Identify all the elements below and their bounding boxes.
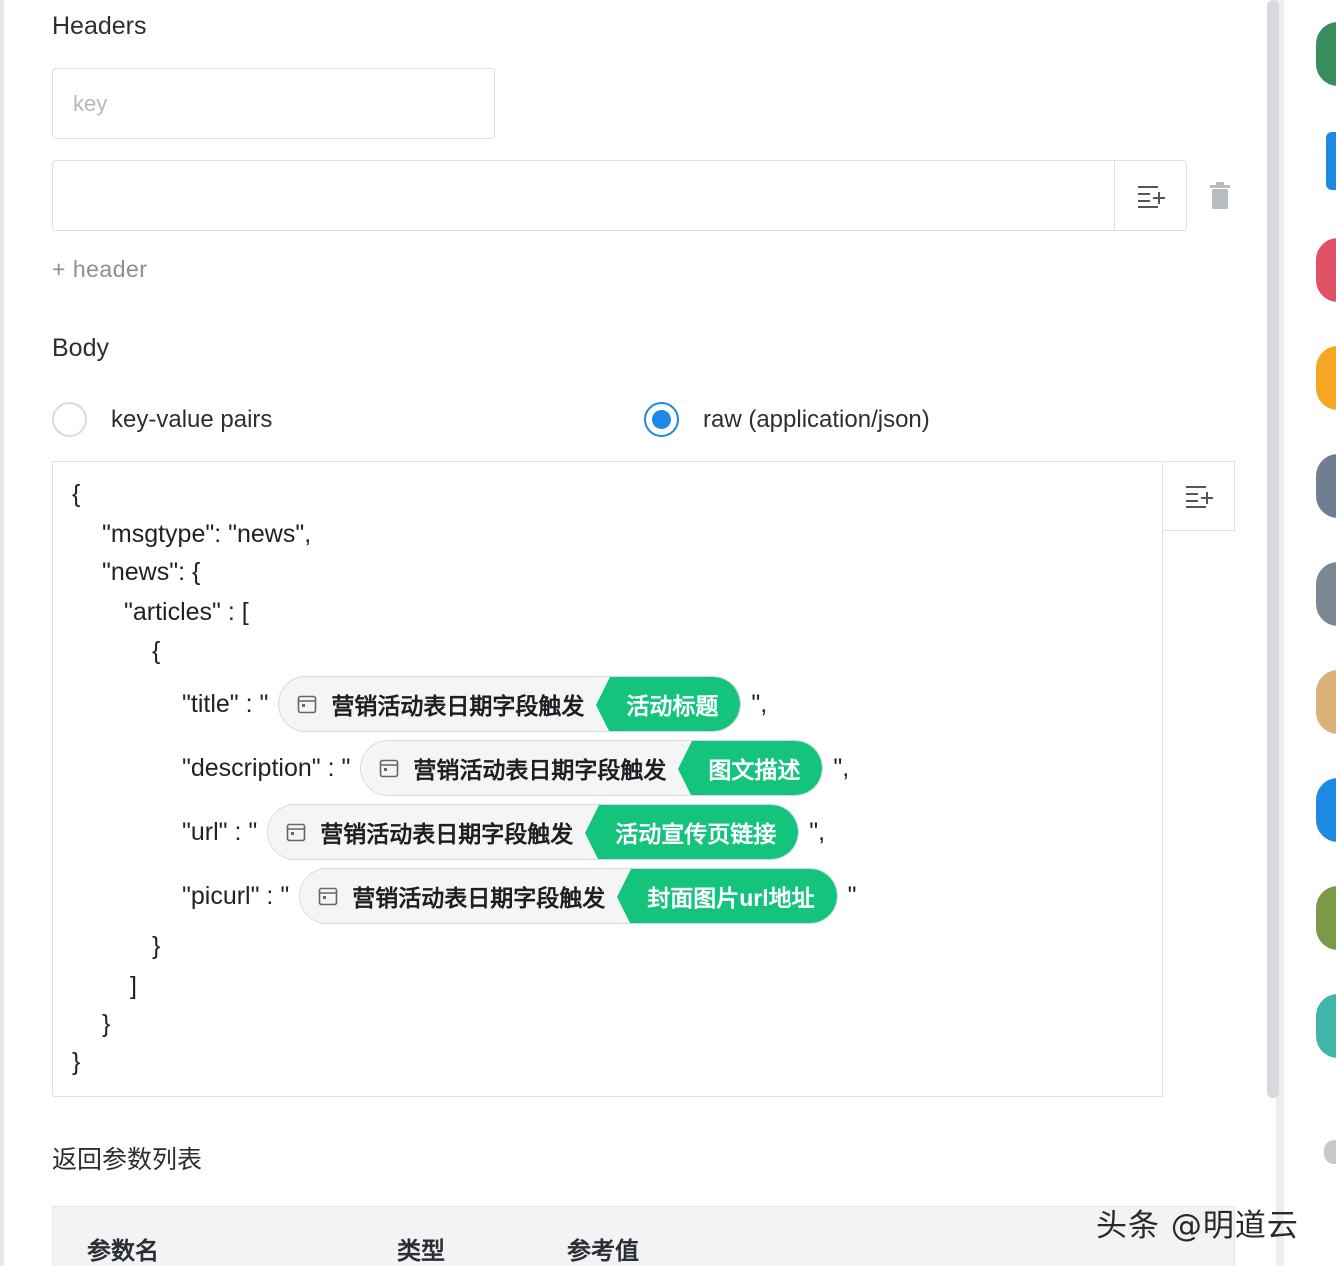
json-field-row: "picurl" : " 营销活动表日期字段触发 封面图片url地址 " <box>182 868 856 924</box>
radio-key-value[interactable] <box>52 402 87 437</box>
token-source: 营销活动表日期字段触发 <box>268 805 585 859</box>
body-insert-field-button[interactable] <box>1163 461 1235 531</box>
app-avatar-icon[interactable] <box>1316 454 1336 518</box>
json-line-articles: "articles" : [ <box>124 598 249 626</box>
json-line-open: { <box>72 480 81 508</box>
column-reference-value: 参考值 <box>567 1238 639 1265</box>
json-line-msgtype: "msgtype": "news", <box>102 520 312 548</box>
json-line-array-close: ] <box>130 972 137 1000</box>
app-avatar-icon[interactable] <box>1316 670 1336 734</box>
token-source-label: 营销活动表日期字段触发 <box>413 757 667 783</box>
token-field-label: 图文描述 <box>678 741 823 795</box>
token-source: 营销活动表日期字段触发 <box>279 677 596 731</box>
radio-raw-json[interactable] <box>644 402 679 437</box>
token-field-label: 活动标题 <box>596 677 741 731</box>
field-token[interactable]: 营销活动表日期字段触发 活动宣传页链接 <box>267 804 800 860</box>
app-avatar-icon[interactable] <box>1316 778 1336 842</box>
token-source-label: 营销活动表日期字段触发 <box>331 693 585 719</box>
radio-raw-json-label: raw (application/json) <box>703 405 930 433</box>
token-field-label: 封面图片url地址 <box>617 869 837 923</box>
return-params-title: 返回参数列表 <box>52 1146 203 1174</box>
right-app-rail <box>1284 0 1336 1266</box>
body-option-raw-json[interactable]: raw (application/json) <box>644 402 930 437</box>
json-field-row: "url" : " 营销活动表日期字段触发 活动宣传页链接 ", <box>182 804 825 860</box>
token-source: 营销活动表日期字段触发 <box>300 869 617 923</box>
column-type: 类型 <box>397 1238 445 1265</box>
vertical-scrollbar[interactable] <box>1267 0 1279 1098</box>
token-field-label: 活动宣传页链接 <box>585 805 799 859</box>
json-field-tail: ", <box>751 689 768 718</box>
app-avatar-icon[interactable] <box>1316 238 1336 302</box>
body-title: Body <box>52 334 109 362</box>
app-avatar-icon[interactable] <box>1324 1140 1336 1164</box>
token-source-label: 营销活动表日期字段触发 <box>320 821 574 847</box>
app-avatar-icon[interactable] <box>1316 22 1336 86</box>
json-field-key: "url" : " <box>182 817 258 846</box>
insert-field-icon <box>1185 486 1213 508</box>
json-field-key: "picurl" : " <box>182 881 290 910</box>
calendar-icon <box>298 695 317 714</box>
calendar-icon <box>380 759 399 778</box>
json-field-key: "title" : " <box>182 689 269 718</box>
header-value-field[interactable] <box>52 160 1187 231</box>
json-line-object-open: { <box>152 637 161 665</box>
field-token[interactable]: 营销活动表日期字段触发 封面图片url地址 <box>299 868 838 924</box>
calendar-icon <box>286 823 306 842</box>
json-line-object-close: } <box>152 932 161 960</box>
body-option-key-value[interactable]: key-value pairs <box>52 402 272 437</box>
token-source-label: 营销活动表日期字段触发 <box>352 885 606 911</box>
json-field-row: "title" : " 营销活动表日期字段触发 活动标题 ", <box>182 676 767 732</box>
app-avatar-icon[interactable] <box>1316 886 1336 950</box>
app-tile-icon[interactable] <box>1326 132 1336 190</box>
headers-title: Headers <box>52 12 147 40</box>
watermark: 头条 @明道云 <box>1096 1208 1299 1244</box>
column-param-name: 参数名 <box>87 1238 159 1265</box>
json-field-tail: ", <box>833 753 850 782</box>
json-line-news-close: } <box>102 1010 111 1038</box>
insert-field-icon <box>1137 185 1165 208</box>
app-avatar-icon[interactable] <box>1316 994 1336 1058</box>
radio-key-value-label: key-value pairs <box>111 405 273 433</box>
json-line-close: } <box>72 1048 81 1076</box>
json-line-news: "news": { <box>102 558 201 586</box>
json-field-row: "description" : " 营销活动表日期字段触发 图文描述 ", <box>182 740 849 796</box>
calendar-icon <box>318 887 338 906</box>
json-field-tail: ", <box>809 817 826 846</box>
header-key-input[interactable] <box>52 68 495 139</box>
field-token[interactable]: 营销活动表日期字段触发 活动标题 <box>278 676 742 732</box>
json-field-key: "description" : " <box>182 753 351 782</box>
add-header-link[interactable]: + header <box>52 256 147 283</box>
trash-icon[interactable] <box>1208 182 1232 210</box>
return-params-table-header: 参数名 类型 参考值 <box>52 1206 1235 1266</box>
header-insert-field-button[interactable] <box>1114 161 1186 230</box>
field-token[interactable]: 营销活动表日期字段触发 图文描述 <box>360 740 824 796</box>
json-field-tail: " <box>847 881 857 910</box>
app-avatar-icon[interactable] <box>1316 346 1336 410</box>
app-avatar-icon[interactable] <box>1316 562 1336 626</box>
token-source: 营销活动表日期字段触发 <box>361 741 678 795</box>
